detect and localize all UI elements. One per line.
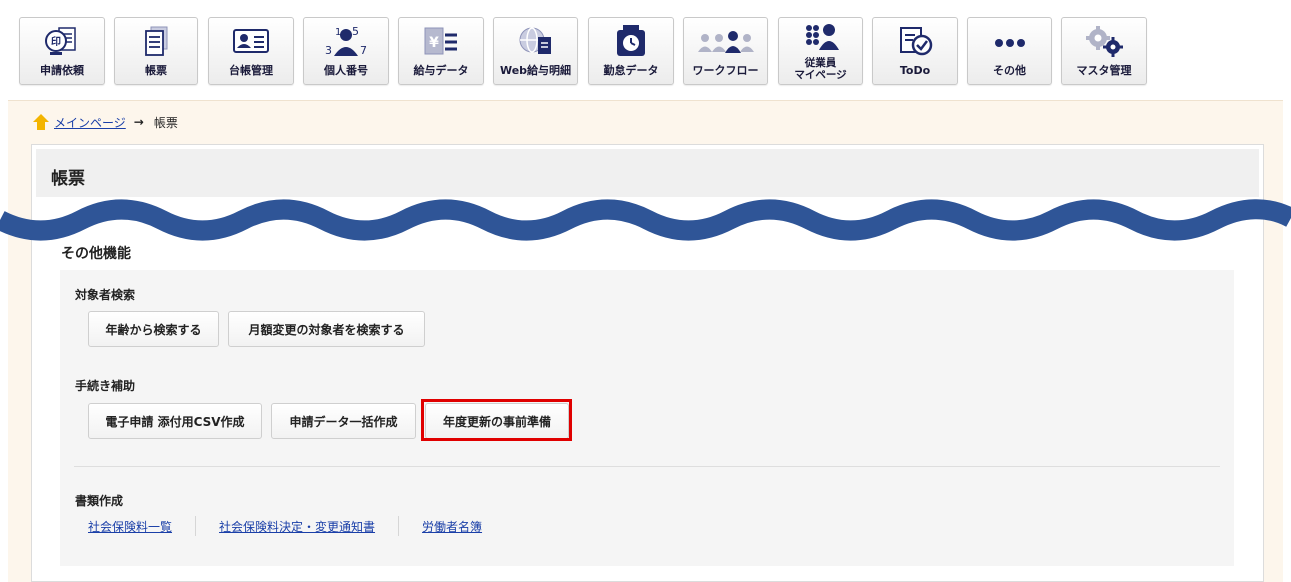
person-number-icon: 1 5 3 7 — [304, 24, 388, 58]
worker-roster-link[interactable]: 労働者名簿 — [422, 518, 482, 535]
section-title-other-functions: その他機能 — [61, 246, 131, 262]
stamp-document-icon: 印 — [20, 24, 104, 58]
toolbar-label: 帳票 — [145, 64, 167, 77]
link-separator — [398, 516, 400, 536]
toolbar-button-attendance-data[interactable]: 勤怠データ — [588, 17, 674, 85]
svg-text:7: 7 — [360, 44, 367, 57]
globe-document-icon — [494, 24, 577, 58]
yen-list-icon: ¥ — [399, 24, 483, 58]
breadcrumb-arrow-icon: → — [133, 115, 144, 129]
employee-mypage-icon — [779, 20, 862, 54]
divider — [74, 466, 1220, 467]
toolbar-label: 台帳管理 — [229, 64, 273, 77]
toolbar-label: 従業員 マイページ — [779, 57, 862, 81]
toolbar-label: マスタ管理 — [1076, 64, 1132, 77]
toolbar-button-employee-mypage[interactable]: 従業員 マイページ — [778, 17, 863, 85]
workflow-people-icon — [684, 24, 767, 58]
svg-text:5: 5 — [352, 25, 359, 38]
timecard-clock-icon — [589, 24, 673, 58]
toolbar-button-master-management[interactable]: マスタ管理 — [1061, 17, 1147, 85]
home-icon — [33, 114, 49, 130]
toolbar-label-line2: マイページ — [794, 69, 847, 81]
social-insurance-list-link[interactable]: 社会保険料一覧 — [88, 518, 172, 535]
toolbar-button-workflow[interactable]: ワークフロー — [683, 17, 768, 85]
toolbar-label: Web給与明細 — [499, 64, 572, 77]
toolbar-label: 勤怠データ — [603, 64, 659, 77]
toolbar-label: ワークフロー — [692, 64, 759, 77]
create-e-application-csv-button[interactable]: 電子申請 添付用CSV作成 — [88, 403, 262, 439]
toolbar-button-forms[interactable]: 帳票 — [114, 17, 198, 85]
group-title-target-search: 対象者検索 — [75, 288, 136, 302]
document-links: 社会保険料一覧 社会保険料決定・変更通知書 労働者名簿 — [88, 516, 482, 536]
bulk-create-application-data-button[interactable]: 申請データ一括作成 — [271, 403, 416, 439]
svg-text:3: 3 — [325, 44, 332, 57]
more-dots-icon — [968, 24, 1051, 58]
social-insurance-notice-link[interactable]: 社会保険料決定・変更通知書 — [219, 518, 375, 535]
toolbar-label: 個人番号 — [324, 64, 368, 77]
other-functions-box: 対象者検索 年齢から検索する 月額変更の対象者を検索する 手続き補助 電子申請 … — [60, 270, 1234, 566]
toolbar-button-salary-data[interactable]: ¥ 給与データ — [398, 17, 484, 85]
toolbar-button-personal-number[interactable]: 1 5 3 7 個人番号 — [303, 17, 389, 85]
breadcrumb-home-link[interactable]: メインページ — [54, 114, 126, 131]
search-monthly-change-button[interactable]: 月額変更の対象者を検索する — [228, 311, 425, 347]
group-title-document-creation: 書類作成 — [75, 494, 124, 508]
todo-check-icon — [873, 24, 957, 58]
toolbar-button-other[interactable]: その他 — [967, 17, 1052, 85]
toolbar-button-web-payslip[interactable]: Web給与明細 — [493, 17, 578, 85]
toolbar-label: 給与データ — [413, 64, 469, 77]
svg-text:印: 印 — [51, 36, 61, 48]
group-title-procedure-assist: 手続き補助 — [75, 379, 136, 393]
toolbar-label: 申請依頼 — [40, 64, 84, 77]
page-title: 帳票 — [51, 169, 85, 189]
svg-text:¥: ¥ — [429, 35, 439, 51]
gears-icon — [1062, 24, 1146, 58]
toolbar-label: ToDo — [899, 64, 931, 77]
toolbar-button-todo[interactable]: ToDo — [872, 17, 958, 85]
link-separator — [195, 516, 197, 536]
toolbar-label-line1: 従業員 — [804, 57, 837, 69]
toolbar-button-application-request[interactable]: 印 申請依頼 — [19, 17, 105, 85]
wave-cut-decoration — [0, 199, 1291, 241]
id-card-icon — [209, 24, 293, 58]
search-by-age-button[interactable]: 年齢から検索する — [88, 311, 219, 347]
highlight-box — [421, 399, 572, 441]
top-toolbar: 印 申請依頼 帳票 台帳管理 1 5 3 7 個人番号 ¥ 給与データ Web給… — [0, 0, 1291, 100]
document-list-icon — [115, 24, 197, 58]
toolbar-button-ledger[interactable]: 台帳管理 — [208, 17, 294, 85]
toolbar-label: その他 — [993, 64, 1026, 77]
breadcrumb: メインページ → 帳票 — [32, 113, 178, 131]
breadcrumb-current: 帳票 — [153, 115, 178, 130]
